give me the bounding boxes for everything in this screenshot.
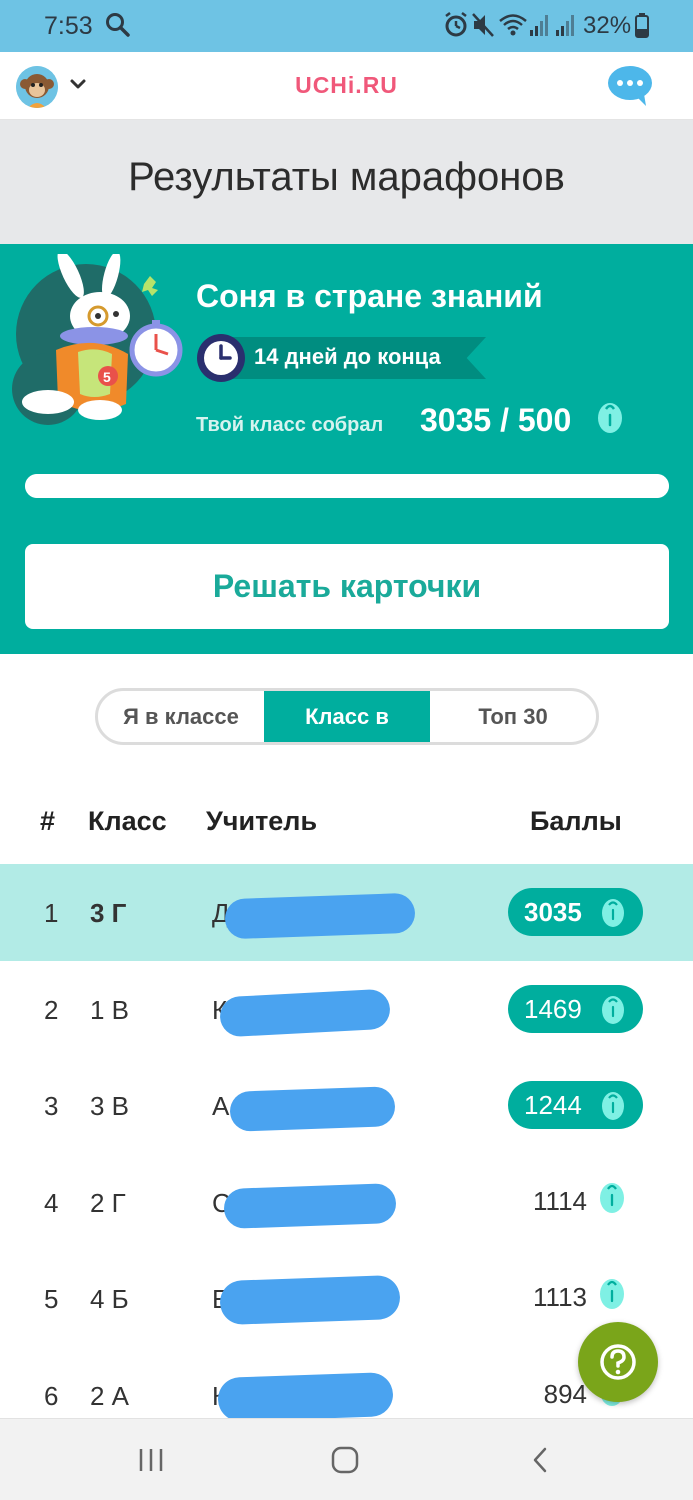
redaction-mark — [224, 892, 416, 940]
tab-class-in[interactable]: Класс в — [264, 691, 430, 742]
svg-text:5: 5 — [103, 369, 111, 385]
redaction-mark — [217, 1371, 394, 1422]
collected-label: Твой класс собрал — [196, 414, 384, 436]
header-rank: # — [40, 806, 56, 836]
results-tabs: Я в классе Класс в Топ 30 — [95, 688, 599, 745]
row-rank: 4 — [44, 1187, 59, 1218]
question-icon — [600, 1344, 636, 1380]
redaction-mark — [229, 1086, 396, 1132]
egg-icon — [602, 899, 624, 927]
search-icon — [106, 13, 130, 37]
battery-percent: 32% — [583, 12, 632, 39]
tab-me-in-class[interactable]: Я в классе — [98, 691, 264, 742]
redaction-mark — [223, 1182, 397, 1229]
row-points: 3035 — [524, 897, 582, 927]
egg-icon — [602, 1092, 624, 1120]
deadline-text: 14 дней до конца — [254, 344, 441, 369]
table-header: # Класс Учитель Баллы — [0, 800, 693, 844]
title-band: Результаты марафонов — [0, 120, 693, 244]
tab-top-30[interactable]: Топ 30 — [430, 691, 596, 742]
header-points: Баллы — [530, 806, 622, 836]
row-points: 1114 — [533, 1185, 587, 1216]
help-button[interactable] — [578, 1322, 658, 1402]
table-row[interactable]: 3 3 В А А. 1244 — [0, 1057, 693, 1154]
rabbit-clock-illustration: 5 — [12, 254, 183, 425]
row-points: 1244 — [524, 1090, 582, 1120]
row-class: 3 В — [90, 1091, 130, 1121]
row-class: 4 Б — [90, 1284, 129, 1314]
points-badge: 1469 — [508, 984, 643, 1033]
row-rank: 2 — [44, 994, 59, 1025]
progress-fill — [25, 474, 669, 498]
egg-icon — [602, 995, 624, 1024]
points-badge: 3035 — [508, 888, 643, 936]
chat-bubble-icon[interactable] — [606, 64, 654, 108]
uchi-logo[interactable]: UCHi.RU — [0, 72, 693, 99]
egg-icon — [598, 403, 622, 433]
marathon-progress-bar — [25, 474, 669, 498]
page-title: Результаты марафонов — [128, 155, 565, 199]
egg-icon — [600, 1279, 624, 1309]
recent-apps-icon[interactable] — [136, 1445, 166, 1475]
home-icon[interactable] — [330, 1445, 360, 1475]
table-row[interactable]: 1 3 Г Д Г. А. 3035 — [0, 864, 693, 961]
redaction-mark — [219, 1274, 401, 1326]
egg-icon — [600, 1182, 624, 1213]
clock-icon — [197, 334, 245, 382]
back-icon[interactable] — [526, 1445, 556, 1475]
row-points: 1469 — [524, 993, 582, 1024]
solve-cards-button[interactable]: Решать карточки — [25, 544, 669, 629]
signal-icon — [556, 15, 574, 36]
row-rank: 1 — [44, 898, 59, 928]
row-points: 1113 — [533, 1282, 587, 1312]
signal-icon — [530, 15, 548, 36]
marathon-name: Соня в стране знаний — [196, 278, 543, 314]
app-bar: UCHi.RU — [0, 52, 693, 120]
table-row[interactable]: 4 2 Г С В. 1114 — [0, 1154, 693, 1251]
points-badge: 1244 — [508, 1081, 643, 1129]
header-teacher: Учитель — [206, 806, 318, 836]
row-class: 2 А — [90, 1380, 130, 1411]
status-bar: 7:53 32% — [0, 0, 693, 52]
system-nav-bar — [0, 1418, 693, 1500]
collected-value: 3035 / 500 — [420, 402, 572, 438]
redaction-mark — [219, 988, 391, 1037]
row-class: 1 В — [90, 994, 130, 1025]
alarm-icon — [445, 12, 467, 37]
header-class: Класс — [88, 806, 167, 836]
battery-icon — [635, 13, 649, 38]
row-class: 3 Г — [90, 898, 127, 928]
wifi-icon — [499, 14, 527, 36]
table-row[interactable]: 2 1 В Ка С. 1469 — [0, 961, 693, 1058]
row-rank: 5 — [44, 1284, 59, 1314]
status-time: 7:53 — [44, 12, 93, 40]
row-rank: 6 — [44, 1380, 59, 1411]
row-rank: 3 — [44, 1091, 59, 1121]
row-class: 2 Г — [90, 1187, 126, 1218]
mute-icon — [472, 13, 494, 37]
marathon-card: 5 Соня в стране знаний 14 дней до конца … — [0, 244, 693, 654]
